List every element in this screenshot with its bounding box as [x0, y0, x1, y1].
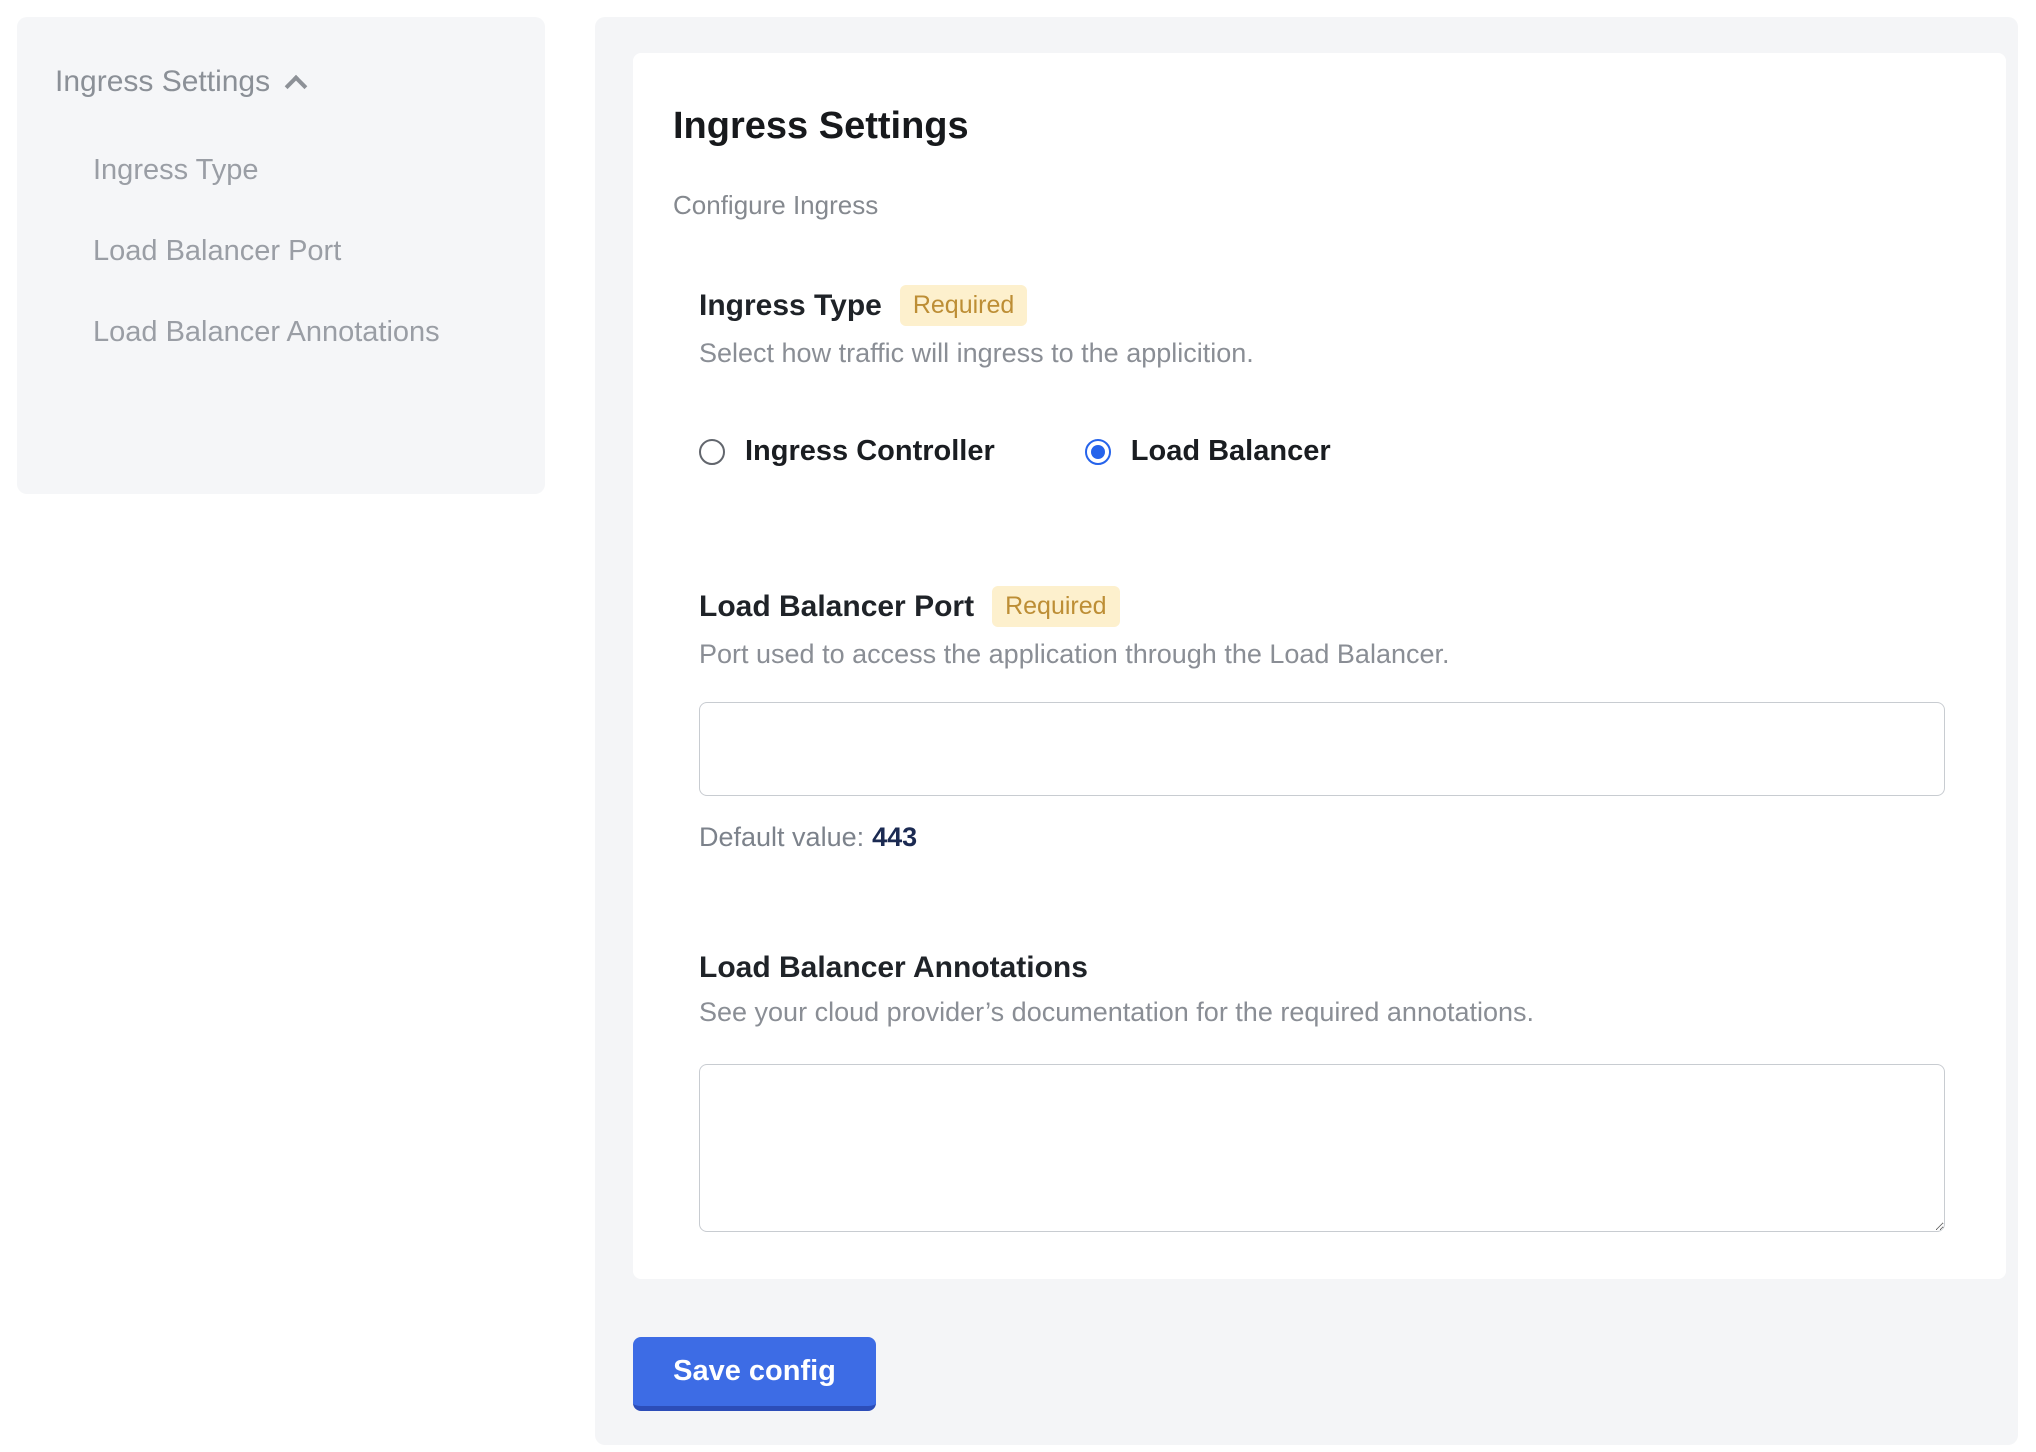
chevron-up-icon	[285, 75, 308, 98]
section-load-balancer-annotations: Load Balancer Annotations See your cloud…	[699, 951, 1966, 1232]
lb-annotations-label: Load Balancer Annotations	[699, 951, 1088, 985]
lb-port-label: Load Balancer Port	[699, 590, 974, 624]
settings-sidebar: Ingress Settings Ingress Type Load Balan…	[17, 17, 545, 494]
radio-option-load-balancer[interactable]: Load Balancer	[1085, 435, 1331, 468]
sidebar-section-label: Ingress Settings	[55, 65, 270, 99]
lb-port-default-row: Default value: 443	[699, 822, 1966, 853]
lb-port-description: Port used to access the application thro…	[699, 639, 1966, 670]
default-value: 443	[872, 822, 917, 852]
section-load-balancer-port: Load Balancer Port Required Port used to…	[699, 586, 1966, 853]
ingress-settings-card: Ingress Settings Configure Ingress Ingre…	[633, 53, 2006, 1279]
sidebar-items: Ingress Type Load Balancer Port Load Bal…	[55, 143, 505, 360]
sidebar-item-load-balancer-port[interactable]: Load Balancer Port	[93, 224, 453, 279]
lb-port-input[interactable]	[699, 702, 1945, 796]
default-value-label: Default value:	[699, 822, 864, 852]
form-sections: Ingress Type Required Select how traffic…	[673, 285, 1966, 1232]
radio-label: Ingress Controller	[745, 435, 995, 468]
required-badge: Required	[992, 586, 1119, 627]
page-title: Ingress Settings	[673, 105, 1966, 148]
radio-icon[interactable]	[1085, 439, 1111, 465]
section-ingress-type: Ingress Type Required Select how traffic…	[699, 285, 1966, 468]
radio-icon[interactable]	[699, 439, 725, 465]
ingress-type-description: Select how traffic will ingress to the a…	[699, 338, 1966, 369]
main-panel: Ingress Settings Configure Ingress Ingre…	[595, 17, 2018, 1445]
save-config-button[interactable]: Save config	[633, 1337, 876, 1411]
sidebar-item-load-balancer-annotations[interactable]: Load Balancer Annotations	[93, 305, 453, 360]
lb-annotations-description: See your cloud provider’s documentation …	[699, 997, 1966, 1028]
radio-label: Load Balancer	[1131, 435, 1331, 468]
sidebar-item-ingress-type[interactable]: Ingress Type	[93, 143, 453, 198]
ingress-type-heading-row: Ingress Type Required	[699, 285, 1966, 326]
lb-annotations-heading-row: Load Balancer Annotations	[699, 951, 1966, 985]
sidebar-section-ingress-settings[interactable]: Ingress Settings	[55, 65, 505, 99]
lb-port-heading-row: Load Balancer Port Required	[699, 586, 1966, 627]
required-badge: Required	[900, 285, 1027, 326]
radio-option-ingress-controller[interactable]: Ingress Controller	[699, 435, 995, 468]
ingress-type-label: Ingress Type	[699, 289, 882, 323]
page-subtitle: Configure Ingress	[673, 190, 1966, 221]
lb-annotations-textarea[interactable]	[699, 1064, 1945, 1232]
ingress-type-radio-group: Ingress Controller Load Balancer	[699, 435, 1966, 468]
